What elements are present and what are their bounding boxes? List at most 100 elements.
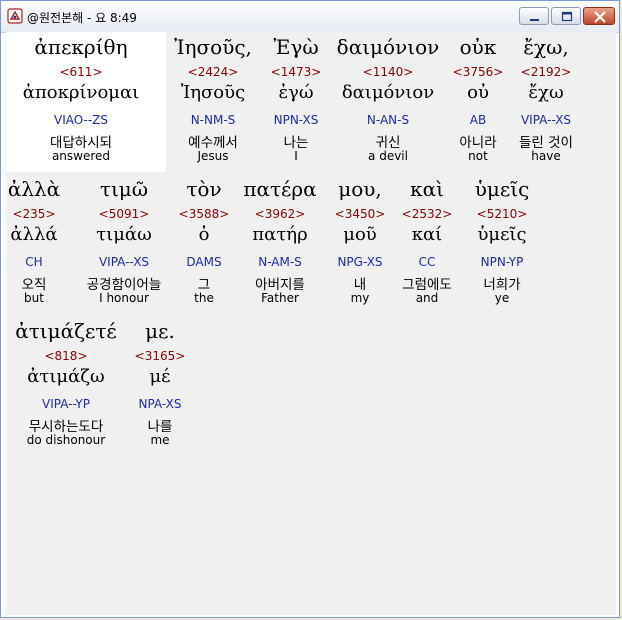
parse-code: NPN-XS [273, 113, 319, 127]
korean-gloss: 아니라 [459, 135, 497, 151]
english-gloss: I [294, 149, 298, 163]
strong-number[interactable]: <1473> [262, 65, 330, 79]
parse-code: VIPA--YP [42, 397, 90, 411]
korean-gloss: 내 [353, 277, 367, 293]
app-window: @원전본해 - 요 8:49 ἀπεκρίθη <611> ἀποκρίνομα… [0, 0, 620, 618]
strong-number[interactable]: <3450> [332, 207, 388, 221]
strong-number[interactable]: <818> [6, 349, 126, 363]
word-block[interactable]: ἀλλὰ <235> ἀλλά CH 오직 but [6, 174, 62, 314]
english-gloss: have [531, 149, 561, 163]
korean-gloss: 나를 [147, 419, 173, 435]
english-gloss: ye [494, 291, 510, 305]
parse-code: VIPA--XS [520, 113, 572, 127]
korean-gloss: 무시하는도다 [28, 419, 104, 435]
english-gloss: do dishonour [26, 433, 106, 447]
window-title: @원전본해 - 요 8:49 [27, 11, 137, 25]
lemma: ὑμεῖς [477, 224, 527, 245]
word-block[interactable]: με. <3165> μέ NPA-XS 나를 me [132, 316, 188, 456]
english-gloss: and [415, 291, 439, 305]
lemma: δαιμόνιον [341, 82, 435, 103]
word-block[interactable]: τιμῶ <5091> τιμάω VIPA--XS 공경함이어늘 I hono… [76, 174, 172, 314]
greek-word: με. [145, 319, 175, 343]
lemma: ἀλλά [10, 224, 58, 245]
korean-gloss: 들린 것이 [519, 135, 573, 151]
close-button[interactable] [583, 7, 615, 25]
greek-word: ἀλλὰ [7, 177, 61, 201]
parse-code: AB [469, 113, 487, 127]
parse-code: VIPA--XS [98, 255, 150, 269]
greek-word: τὸν [186, 177, 222, 201]
strong-number[interactable]: <5210> [466, 207, 538, 221]
parse-code: CC [418, 255, 436, 269]
word-block[interactable]: Ἐγὼ <1473> ἐγώ NPN-XS 나는 I [262, 32, 330, 172]
word-block[interactable]: ἀτιμάζετέ <818> ἀτιμάζω VIPA--YP 무시하는도다 … [6, 316, 126, 456]
maximize-button[interactable] [551, 7, 581, 25]
strong-number[interactable]: <2424> [166, 65, 260, 79]
strong-number[interactable]: <611> [6, 65, 156, 79]
parse-code: DAMS [186, 255, 222, 269]
english-gloss: a devil [368, 149, 408, 163]
parse-code: VIAO--ZS [53, 113, 109, 127]
strong-number[interactable]: <2532> [394, 207, 460, 221]
interlinear-view[interactable]: ἀπεκρίθη <611> ἀποκρίνομαι VIAO--ZS 대답하시… [6, 32, 616, 615]
minimize-icon [530, 19, 539, 21]
lemma: ὁ [198, 224, 210, 245]
parse-code: N-AM-S [258, 255, 302, 269]
greek-word: πατέρα [243, 177, 317, 201]
english-gloss: I honour [99, 291, 149, 305]
word-block[interactable]: μου, <3450> μοῦ NPG-XS 내 my [332, 174, 388, 314]
lemma: Ἰησοῦς [180, 82, 246, 103]
bible-app-icon [7, 8, 23, 24]
korean-gloss: 예수께서 [188, 135, 238, 151]
lemma: καί [411, 224, 443, 245]
english-gloss: not [468, 149, 488, 163]
lemma: μοῦ [343, 224, 377, 245]
greek-word: Ἰησοῦς, [174, 35, 252, 59]
word-block[interactable]: πατέρα <3962> πατήρ N-AM-S 아버지를 Father [238, 174, 322, 314]
english-gloss: my [350, 291, 370, 305]
word-block[interactable]: οὐκ <3756> οὐ AB 아니라 not [448, 32, 508, 172]
lemma: ἀτιμάζω [27, 366, 105, 387]
strong-number[interactable]: <5091> [76, 207, 172, 221]
korean-gloss: 귀신 [375, 135, 401, 151]
parse-code: N-AN-S [366, 113, 410, 127]
word-block[interactable]: Ἰησοῦς, <2424> Ἰησοῦς N-NM-S 예수께서 Jesus [166, 32, 260, 172]
lemma: μέ [149, 366, 171, 387]
strong-number[interactable]: <1140> [332, 65, 444, 79]
maximize-icon [561, 11, 573, 22]
close-icon [594, 11, 606, 23]
greek-word: ἀτιμάζετέ [15, 319, 117, 343]
word-block[interactable]: τὸν <3588> ὁ DAMS 그 the [178, 174, 230, 314]
lemma: τιμάω [96, 224, 152, 245]
lemma: οὐ [467, 82, 489, 103]
english-gloss: me [150, 433, 170, 447]
word-block[interactable]: ὑμεῖς <5210> ὑμεῖς NPN-YP 너희가 ye [466, 174, 538, 314]
greek-word: τιμῶ [99, 177, 149, 201]
greek-word: δαιμόνιον [336, 35, 440, 59]
korean-gloss: 오직 [21, 277, 47, 293]
word-block[interactable]: καὶ <2532> καί CC 그럼에도 and [394, 174, 460, 314]
strong-number[interactable]: <3588> [178, 207, 230, 221]
korean-gloss: 대답하시되 [49, 135, 113, 151]
parse-code: CH [25, 255, 43, 269]
strong-number[interactable]: <3165> [132, 349, 188, 363]
word-block[interactable]: ἀπεκρίθη <611> ἀποκρίνομαι VIAO--ZS 대답하시… [6, 32, 156, 172]
greek-word: ὑμεῖς [474, 177, 530, 201]
korean-gloss: 그럼에도 [402, 277, 452, 293]
minimize-button[interactable] [519, 7, 549, 25]
strong-number[interactable]: <2192> [510, 65, 582, 79]
word-block[interactable]: ἔχω, <2192> ἔχω VIPA--XS 들린 것이 have [510, 32, 582, 172]
strong-number[interactable]: <3962> [238, 207, 322, 221]
korean-gloss: 그 [197, 277, 211, 293]
word-block[interactable]: δαιμόνιον <1140> δαιμόνιον N-AN-S 귀신 a d… [332, 32, 444, 172]
parse-code: NPA-XS [138, 397, 182, 411]
greek-word: Ἐγὼ [273, 35, 319, 59]
strong-number[interactable]: <3756> [448, 65, 508, 79]
english-gloss: but [24, 291, 44, 305]
english-gloss: Jesus [197, 149, 229, 163]
title-bar[interactable]: @원전본해 - 요 8:49 [1, 1, 619, 33]
parse-code: NPN-YP [480, 255, 524, 269]
strong-number[interactable]: <235> [6, 207, 62, 221]
lemma: ἔχω [528, 82, 564, 103]
lemma: πατήρ [252, 224, 308, 245]
